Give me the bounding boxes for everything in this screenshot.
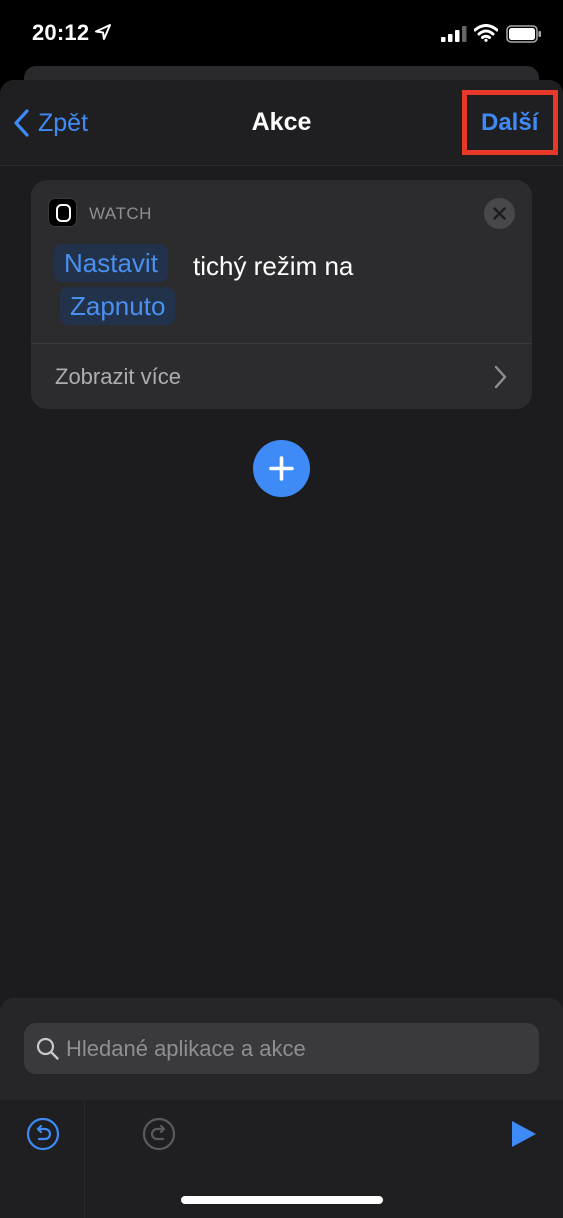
action-token[interactable]: Nastavit	[54, 244, 168, 282]
play-icon[interactable]	[507, 1118, 539, 1150]
action-card: WATCH Nastavit tichý režim na Zapnuto Zo…	[31, 180, 532, 409]
search-field	[24, 1023, 539, 1074]
app-label: WATCH	[89, 204, 152, 223]
search-icon	[36, 1037, 59, 1060]
actions-sheet: Zpět Akce Další WATCH Nastavit tichý rež…	[0, 80, 563, 1218]
navigation-bar: Zpět Akce Další	[0, 80, 563, 166]
remove-action-button[interactable]	[484, 198, 515, 229]
plus-icon	[269, 456, 294, 481]
location-arrow-icon	[95, 24, 111, 40]
add-action-button[interactable]	[253, 440, 310, 497]
redo-icon[interactable]	[142, 1117, 176, 1151]
undo-icon[interactable]	[26, 1117, 60, 1151]
toolbar-divider	[84, 1100, 85, 1218]
editor-toolbar	[0, 1100, 563, 1218]
watch-icon	[56, 204, 71, 222]
close-icon	[493, 207, 506, 220]
show-more-label: Zobrazit více	[55, 364, 181, 389]
search-input[interactable]	[66, 1023, 526, 1074]
highlight-annotation	[462, 90, 558, 155]
home-indicator	[181, 1196, 383, 1204]
show-more-row[interactable]: Zobrazit více	[31, 344, 532, 409]
status-bar: 20:12	[0, 0, 563, 64]
parameter-text: tichý režim na	[193, 251, 354, 281]
wifi-icon	[474, 24, 498, 42]
watch-app-icon	[48, 198, 77, 227]
battery-icon	[506, 25, 541, 43]
cellular-signal-icon	[441, 26, 467, 42]
chevron-right-icon	[494, 365, 507, 389]
action-search-panel	[0, 998, 563, 1218]
status-time: 20:12	[32, 20, 90, 45]
value-token[interactable]: Zapnuto	[60, 287, 176, 325]
